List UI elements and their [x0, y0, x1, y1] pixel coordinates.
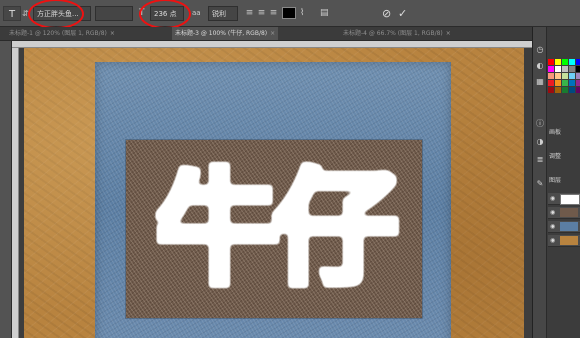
text-orientation-icon[interactable]: ⇵ — [22, 9, 30, 18]
swatch[interactable] — [562, 59, 568, 65]
tab-document-4[interactable]: 未标题-4 @ 66.7% (图层 1, RGB/8) × — [340, 27, 454, 40]
anti-alias-label: aa — [192, 9, 201, 17]
tools-panel — [0, 41, 12, 338]
eye-icon[interactable]: ◉ — [550, 209, 555, 216]
panel-label-artboard[interactable]: 画板 — [549, 127, 561, 136]
swatch[interactable] — [555, 87, 561, 93]
tab-label: 未标题-3 @ 100% (牛仔, RGB/8) — [175, 30, 268, 37]
swatch[interactable] — [562, 73, 568, 79]
panel-label-adjustments[interactable]: 调整 — [549, 151, 561, 160]
swatch[interactable] — [555, 73, 561, 79]
font-style-field[interactable] — [95, 6, 133, 21]
swatch[interactable] — [569, 87, 575, 93]
font-size-field[interactable]: 236 点 — [150, 6, 184, 21]
swatch[interactable] — [569, 80, 575, 86]
swatch[interactable] — [562, 66, 568, 72]
text-layer[interactable]: 牛仔 — [126, 140, 422, 318]
options-bar: T ⇵ 方正胖头鱼... T 236 点 aa 锐利 ≡ ≡ ≡ ⌇ ▤ ⊘ ✓ — [0, 0, 580, 29]
swatch[interactable] — [548, 87, 554, 93]
swatch[interactable] — [569, 59, 575, 65]
swatch[interactable] — [555, 66, 561, 72]
swatch[interactable] — [548, 66, 554, 72]
close-icon[interactable]: × — [110, 30, 115, 37]
font-family-field[interactable]: 方正胖头鱼... — [33, 6, 91, 21]
properties-icon[interactable]: ≣ — [535, 155, 545, 165]
swatch[interactable] — [548, 59, 554, 65]
swatches-grid[interactable] — [548, 59, 580, 119]
align-center-icon[interactable]: ≡ — [256, 6, 267, 21]
align-right-icon[interactable]: ≡ — [268, 6, 279, 21]
font-size-icon: T — [139, 8, 145, 18]
swatch[interactable] — [562, 87, 568, 93]
info-icon[interactable]: ⓘ — [535, 119, 545, 129]
close-icon[interactable]: × — [270, 30, 275, 37]
swatch[interactable] — [576, 73, 580, 79]
layer-row[interactable]: ◉ — [548, 221, 580, 233]
layer-row[interactable]: ◉ — [548, 235, 580, 247]
panel-label-layers[interactable]: 图层 — [549, 175, 561, 184]
swatch[interactable] — [555, 80, 561, 86]
tab-label: 未标题-1 @ 120% (图层 1, RGB/8) — [9, 30, 107, 37]
tab-document-1[interactable]: 未标题-1 @ 120% (图层 1, RGB/8) × — [6, 27, 118, 40]
vertical-ruler[interactable] — [12, 48, 19, 338]
swatch[interactable] — [576, 66, 580, 72]
align-left-icon[interactable]: ≡ — [244, 6, 255, 21]
layer-thumbnail — [560, 236, 578, 245]
swatch[interactable] — [576, 87, 580, 93]
text-tool-preset-button[interactable]: T — [3, 6, 21, 21]
swatch[interactable] — [548, 80, 554, 86]
swatches-panel-icon[interactable]: ▦ — [535, 77, 545, 87]
color-panel-icon[interactable]: ◐ — [535, 61, 545, 71]
swatch[interactable] — [576, 59, 580, 65]
eye-icon[interactable]: ◉ — [550, 223, 555, 230]
swatch[interactable] — [562, 80, 568, 86]
horizontal-ruler[interactable] — [12, 41, 532, 48]
warp-text-icon[interactable]: ⌇ — [300, 6, 312, 21]
brush-icon[interactable]: ✎ — [535, 179, 545, 189]
character-panel-icon[interactable]: ▤ — [320, 6, 332, 21]
swatch[interactable] — [569, 66, 575, 72]
commit-edits-button[interactable]: ✓ — [398, 6, 410, 21]
document-canvas[interactable]: 牛仔 — [19, 48, 532, 338]
layer-row[interactable]: ◉ — [548, 193, 580, 205]
tab-document-3[interactable]: 未标题-3 @ 100% (牛仔, RGB/8) × — [172, 27, 279, 40]
headline-text[interactable]: 牛仔 — [156, 158, 402, 302]
history-icon[interactable]: ◷ — [535, 45, 545, 55]
layer-thumbnail — [560, 194, 580, 205]
close-icon[interactable]: × — [446, 30, 451, 37]
right-panel-dock: ◷ ◐ ▦ ⓘ ◑ ≣ ✎ 画板 调整 图层 ◉ ◉ ◉ ◉ — [532, 27, 580, 338]
eye-icon[interactable]: ◉ — [550, 195, 555, 202]
adjustments-icon[interactable]: ◑ — [535, 137, 545, 147]
swatch[interactable] — [555, 59, 561, 65]
document-tabs: 未标题-1 @ 120% (图层 1, RGB/8) × 未标题-3 @ 100%… — [0, 27, 532, 41]
swatch[interactable] — [576, 80, 580, 86]
layer-thumbnail — [560, 222, 578, 231]
panel-icon-strip: ◷ ◐ ▦ ⓘ ◑ ≣ ✎ — [533, 27, 547, 338]
cancel-edits-button[interactable]: ⊘ — [382, 6, 394, 21]
swatch[interactable] — [569, 73, 575, 79]
anti-alias-select[interactable]: 锐利 — [208, 6, 238, 21]
layer-thumbnail — [560, 208, 578, 217]
text-color-swatch[interactable] — [282, 7, 296, 19]
swatch[interactable] — [548, 73, 554, 79]
tab-label: 未标题-4 @ 66.7% (图层 1, RGB/8) — [343, 30, 443, 37]
layer-row[interactable]: ◉ — [548, 207, 580, 219]
eye-icon[interactable]: ◉ — [550, 237, 555, 244]
